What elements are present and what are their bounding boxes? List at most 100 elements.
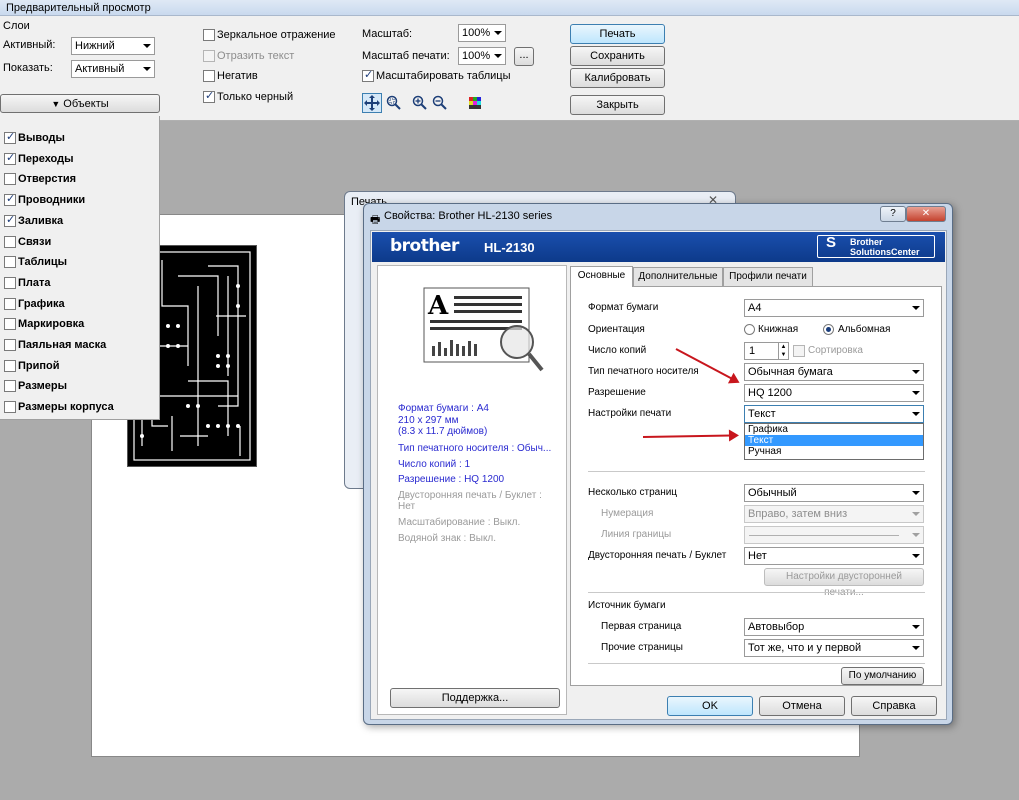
print-settings-option-graphics[interactable]: Графика bbox=[745, 424, 923, 435]
print-scale-select[interactable]: 100% bbox=[458, 47, 506, 65]
save-button[interactable]: Сохранить bbox=[570, 46, 665, 66]
solutions-line-2: SolutionsCenter bbox=[850, 247, 920, 257]
first-page-label: Первая страница bbox=[601, 621, 682, 632]
object-checkbox[interactable] bbox=[4, 235, 16, 248]
object-checkbox[interactable] bbox=[4, 130, 16, 144]
object-checkbox[interactable] bbox=[4, 297, 16, 310]
help-title-button[interactable]: ? bbox=[880, 206, 906, 222]
resolution-select[interactable]: HQ 1200 bbox=[744, 384, 924, 402]
copies-input[interactable]: 1 ▲ ▼ bbox=[744, 342, 789, 360]
print-scale-more-button[interactable]: ... bbox=[514, 47, 534, 66]
solutions-center-button[interactable]: S Brother SolutionsCenter bbox=[817, 235, 935, 258]
summary-media: Тип печатного носителя : Обыч... bbox=[398, 443, 552, 454]
object-checkbox[interactable] bbox=[4, 256, 16, 269]
duplex-settings-button[interactable]: Настройки двусторонней печати... bbox=[764, 568, 924, 598]
show-layer-value: Активный bbox=[75, 63, 125, 75]
negative-checkbox[interactable] bbox=[203, 70, 215, 82]
brand-bar: brother HL-2130 S Brother SolutionsCente… bbox=[372, 232, 945, 262]
close-button[interactable]: Закрыть bbox=[570, 95, 665, 115]
print-settings-option-text[interactable]: Текст bbox=[745, 435, 923, 446]
border-line-select[interactable] bbox=[744, 526, 924, 544]
object-checkbox[interactable] bbox=[4, 213, 16, 227]
page-order-select[interactable]: Вправо, затем вниз bbox=[744, 505, 924, 523]
summary-paper: Формат бумаги : A4 bbox=[398, 403, 489, 414]
tab-advanced[interactable]: Дополнительные bbox=[633, 267, 723, 287]
chevron-down-icon bbox=[140, 61, 152, 77]
object-checkbox[interactable] bbox=[4, 401, 16, 414]
reflect-text-label: Отразить текст bbox=[217, 50, 295, 62]
object-checkbox[interactable] bbox=[4, 318, 16, 331]
zoom-in-button[interactable] bbox=[412, 95, 428, 111]
black-only-checkbox[interactable] bbox=[203, 89, 215, 103]
separator bbox=[588, 663, 925, 664]
reflect-text-checkbox[interactable] bbox=[203, 50, 215, 62]
object-checkbox[interactable] bbox=[4, 192, 16, 207]
duplex-select[interactable]: Нет bbox=[744, 547, 924, 565]
summary-watermark: Водяной знак : Выкл. bbox=[398, 533, 497, 544]
collate-checkbox[interactable] bbox=[793, 345, 805, 357]
object-label: Графика bbox=[18, 297, 65, 310]
object-checkbox[interactable] bbox=[4, 359, 16, 372]
pan-tool-button[interactable] bbox=[362, 93, 382, 113]
show-layer-select[interactable]: Активный bbox=[71, 60, 155, 78]
chevron-down-icon bbox=[909, 640, 921, 656]
ok-button[interactable]: OK bbox=[667, 696, 753, 716]
object-checkbox[interactable] bbox=[4, 380, 16, 393]
copies-label: Число копий bbox=[588, 345, 647, 356]
print-settings-select[interactable]: Текст bbox=[744, 405, 924, 423]
resolution-label: Разрешение bbox=[588, 387, 646, 398]
default-button[interactable]: По умолчанию bbox=[841, 667, 924, 685]
zoom-in-icon bbox=[412, 95, 427, 110]
print-settings-option-manual[interactable]: Ручная bbox=[745, 446, 923, 457]
color-palette-button[interactable] bbox=[468, 96, 482, 110]
other-pages-value: Тот же, что и у первой bbox=[748, 642, 862, 654]
media-type-select[interactable]: Обычная бумага bbox=[744, 363, 924, 381]
svg-text:A: A bbox=[427, 291, 449, 321]
zoom-window-button[interactable] bbox=[386, 95, 402, 111]
help-button[interactable]: Справка bbox=[851, 696, 937, 716]
multi-page-select[interactable]: Обычный bbox=[744, 484, 924, 502]
chevron-down-icon bbox=[909, 385, 921, 401]
layers-heading: Слои bbox=[3, 20, 30, 32]
cancel-button[interactable]: Отмена bbox=[759, 696, 845, 716]
mirror-checkbox[interactable] bbox=[203, 29, 215, 41]
scale-select[interactable]: 100% bbox=[458, 24, 506, 42]
support-button[interactable]: Поддержка... bbox=[390, 688, 560, 708]
collate-label: Сортировка bbox=[808, 345, 863, 356]
active-layer-select[interactable]: Нижний bbox=[71, 37, 155, 55]
paper-size-select[interactable]: A4 bbox=[744, 299, 924, 317]
zoom-out-button[interactable] bbox=[432, 95, 448, 111]
portrait-radio[interactable] bbox=[744, 324, 755, 335]
summary-copies: Число копий : 1 bbox=[398, 459, 471, 470]
summary-size-in: (8.3 x 11.7 дюймов) bbox=[398, 426, 488, 437]
separator bbox=[588, 592, 925, 593]
summary-size-mm: 210 x 297 мм bbox=[398, 415, 459, 426]
objects-header-button[interactable]: ▼ Объекты bbox=[0, 94, 160, 113]
object-checkbox[interactable] bbox=[4, 173, 16, 186]
spin-icon[interactable]: ▲ ▼ bbox=[778, 343, 788, 359]
props-close-button[interactable]: ✕ bbox=[906, 206, 946, 222]
chevron-down-icon bbox=[909, 506, 921, 522]
tab-basic[interactable]: Основные bbox=[570, 266, 633, 287]
object-checkbox[interactable] bbox=[4, 151, 16, 165]
print-button[interactable]: Печать bbox=[570, 24, 665, 44]
black-only-label: Только черный bbox=[217, 91, 294, 103]
solutions-line-1: Brother bbox=[850, 237, 883, 247]
chevron-down-icon bbox=[909, 364, 921, 380]
orientation-label: Ориентация bbox=[588, 324, 645, 335]
landscape-radio[interactable] bbox=[823, 324, 834, 335]
chevron-down-icon bbox=[491, 48, 503, 64]
tab-print-profiles[interactable]: Профили печати bbox=[723, 267, 813, 287]
palette-icon bbox=[469, 97, 481, 109]
negative-label: Негатив bbox=[217, 70, 258, 82]
other-pages-select[interactable]: Тот же, что и у первой bbox=[744, 639, 924, 657]
object-checkbox[interactable] bbox=[4, 339, 16, 351]
printer-icon: 🖶 bbox=[370, 214, 381, 226]
active-layer-value: Нижний bbox=[75, 40, 115, 52]
document-preview-icon: A bbox=[423, 287, 544, 372]
calibrate-button[interactable]: Калибровать bbox=[570, 68, 665, 88]
scale-tables-checkbox[interactable] bbox=[362, 68, 374, 82]
object-label: Выводы bbox=[18, 132, 65, 144]
object-checkbox[interactable] bbox=[4, 276, 16, 289]
first-page-select[interactable]: Автовыбор bbox=[744, 618, 924, 636]
